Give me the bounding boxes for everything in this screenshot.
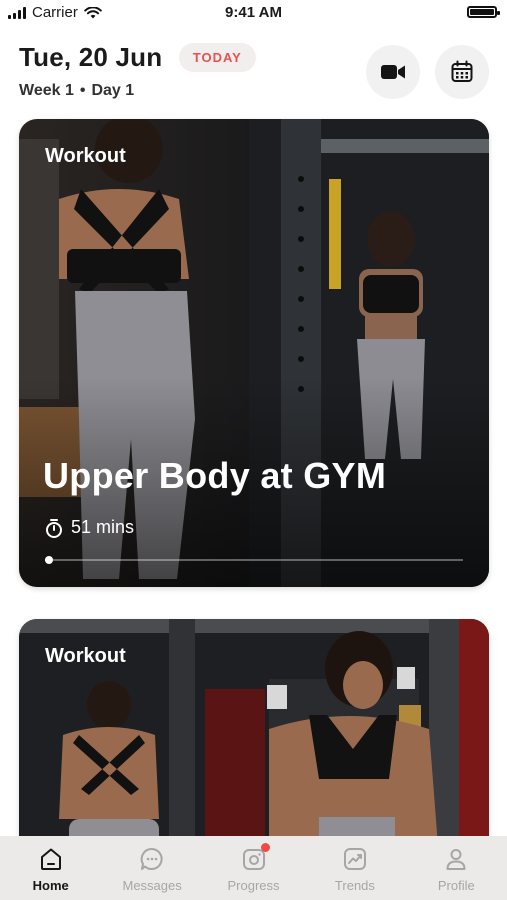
- week-label: Week 1: [19, 82, 74, 99]
- tab-label: Messages: [122, 878, 182, 893]
- stopwatch-icon: [46, 518, 62, 538]
- workout-progress-bar: [45, 556, 463, 564]
- day-label: Day 1: [91, 82, 135, 99]
- status-bar: Carrier 9:41 AM: [0, 0, 507, 28]
- page-title: Tue, 20 Jun: [19, 42, 163, 72]
- calendar-button[interactable]: [435, 45, 489, 99]
- video-camera-icon: [381, 65, 405, 79]
- workout-title: Upper Body at GYM: [43, 455, 387, 496]
- tab-trends[interactable]: Trends: [304, 836, 405, 900]
- today-badge[interactable]: TODAY: [178, 43, 256, 72]
- chat-bubble-icon: [140, 847, 163, 870]
- notification-dot: [260, 843, 270, 852]
- tab-label: Home: [32, 878, 69, 893]
- date-header: Tue, 20 Jun TODAY: [19, 42, 256, 73]
- workout-duration: 51 mins: [45, 517, 134, 538]
- tab-progress[interactable]: Progress: [203, 836, 304, 900]
- week-day-subtitle: Week 1 • Day 1: [19, 82, 134, 100]
- tab-messages[interactable]: Messages: [101, 836, 202, 900]
- video-button[interactable]: [366, 45, 420, 99]
- tab-label: Profile: [437, 878, 475, 893]
- duration-text: 51 mins: [71, 517, 135, 537]
- separator: •: [79, 82, 86, 99]
- workout-card[interactable]: Workout: [19, 619, 489, 859]
- workout-card[interactable]: Workout Upper Body at GYM 51 mins: [19, 119, 489, 587]
- home-icon: [40, 848, 61, 870]
- status-time: 9:41 AM: [225, 4, 282, 21]
- tab-label: Progress: [227, 878, 280, 893]
- tab-home[interactable]: Home: [0, 836, 101, 900]
- trend-chart-icon: [343, 848, 366, 870]
- tab-label: Trends: [334, 878, 375, 893]
- tab-profile[interactable]: Profile: [406, 836, 507, 900]
- card-category-label: Workout: [45, 145, 126, 167]
- card-category-label: Workout: [45, 645, 126, 667]
- calendar-icon: [451, 60, 473, 82]
- battery-icon: [467, 6, 500, 18]
- progress-tab-icon-wrap: [241, 843, 270, 872]
- person-icon: [446, 849, 466, 870]
- bottom-tab-bar: Home Messages Progress Trends Profile: [0, 836, 507, 900]
